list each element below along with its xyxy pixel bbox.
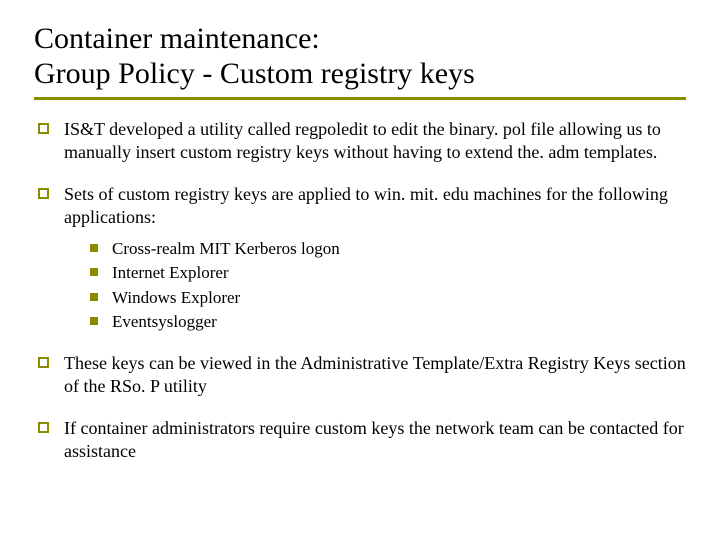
- bullet-item: These keys can be viewed in the Administ…: [34, 352, 686, 397]
- sub-bullet-text: Windows Explorer: [112, 288, 240, 307]
- bullet-text: If container administrators require cust…: [64, 418, 684, 461]
- title-line-1: Container maintenance:: [34, 22, 320, 55]
- sub-bullet-item: Windows Explorer: [88, 287, 686, 308]
- bullet-text: Sets of custom registry keys are applied…: [64, 184, 668, 227]
- bullet-item: IS&T developed a utility called regpoled…: [34, 118, 686, 163]
- bullet-text: IS&T developed a utility called regpoled…: [64, 119, 661, 162]
- sub-bullet-item: Internet Explorer: [88, 262, 686, 283]
- slide-title: Container maintenance: Group Policy - Cu…: [34, 22, 686, 91]
- title-line-2: Group Policy - Custom registry keys: [34, 57, 475, 90]
- bullet-item: If container administrators require cust…: [34, 417, 686, 462]
- bullet-text: These keys can be viewed in the Administ…: [64, 353, 686, 396]
- slide: Container maintenance: Group Policy - Cu…: [0, 0, 720, 502]
- sub-bullet-text: Eventsyslogger: [112, 312, 217, 331]
- bullet-list: IS&T developed a utility called regpoled…: [34, 118, 686, 462]
- sub-bullet-text: Cross-realm MIT Kerberos logon: [112, 239, 340, 258]
- sub-bullet-item: Eventsyslogger: [88, 311, 686, 332]
- sub-bullet-text: Internet Explorer: [112, 263, 229, 282]
- title-underline: [34, 97, 686, 100]
- sub-bullet-list: Cross-realm MIT Kerberos logon Internet …: [88, 238, 686, 332]
- bullet-item: Sets of custom registry keys are applied…: [34, 183, 686, 332]
- sub-bullet-item: Cross-realm MIT Kerberos logon: [88, 238, 686, 259]
